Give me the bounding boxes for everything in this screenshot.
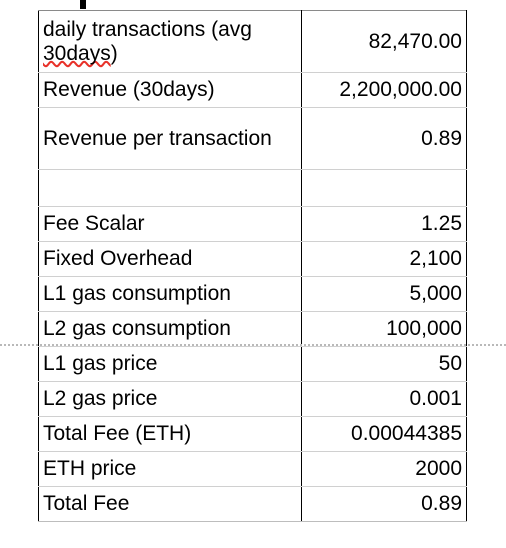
table-row[interactable]: L2 gas consumption 100,000 <box>38 311 467 347</box>
table-row[interactable]: Revenue (30days) 2,200,000.00 <box>38 72 467 108</box>
row-label-cell[interactable]: Revenue per transaction <box>38 107 302 170</box>
table-body: daily transactions (avg 30days) 82,470.00… <box>38 10 467 522</box>
row-value-cell[interactable]: 2,200,000.00 <box>301 72 467 108</box>
metrics-table[interactable]: daily transactions (avg 30days) 82,470.00… <box>38 10 467 522</box>
row-label-cell[interactable]: L1 gas price <box>38 346 302 382</box>
cropped-top-marker <box>80 0 86 9</box>
table-row[interactable]: Revenue per transaction 0.89 <box>38 107 467 170</box>
table-row[interactable]: L1 gas consumption 5,000 <box>38 276 467 312</box>
row-value-cell[interactable]: 5,000 <box>301 276 467 312</box>
row-value-cell[interactable]: 0.89 <box>301 486 467 522</box>
row-label-cell[interactable]: Total Fee <box>38 486 302 522</box>
row-label-cell[interactable]: daily transactions (avg 30days) <box>38 10 302 73</box>
row-label-cell[interactable]: Fee Scalar <box>38 206 302 242</box>
table-row[interactable]: L1 gas price 50 <box>38 346 467 382</box>
table-row[interactable]: ETH price 2000 <box>38 451 467 487</box>
table-row[interactable] <box>38 169 467 207</box>
row-value-cell[interactable]: 100,000 <box>301 311 467 347</box>
row-label-cell[interactable]: L2 gas price <box>38 381 302 417</box>
row-value-cell[interactable]: 0.89 <box>301 107 467 170</box>
row-value-cell[interactable]: 82,470.00 <box>301 10 467 73</box>
row-value-cell[interactable]: 0.00044385 <box>301 416 467 452</box>
row-value-cell[interactable]: 0.001 <box>301 381 467 417</box>
row-label-cell[interactable]: Revenue (30days) <box>38 72 302 108</box>
row-label-cell[interactable]: Fixed Overhead <box>38 241 302 277</box>
table-row[interactable]: L2 gas price 0.001 <box>38 381 467 417</box>
row-label-cell[interactable] <box>38 169 302 207</box>
row-label-text-suffix: ) <box>110 41 118 65</box>
row-label-cell[interactable]: L1 gas consumption <box>38 276 302 312</box>
table-row[interactable]: Fee Scalar 1.25 <box>38 206 467 242</box>
row-value-cell[interactable] <box>301 169 467 207</box>
row-label-cell[interactable]: Total Fee (ETH) <box>38 416 302 452</box>
row-label-cell[interactable]: L2 gas consumption <box>38 311 302 347</box>
row-value-cell[interactable]: 2,100 <box>301 241 467 277</box>
table-row[interactable]: Total Fee (ETH) 0.00044385 <box>38 416 467 452</box>
row-label-cell[interactable]: ETH price <box>38 451 302 487</box>
table-row[interactable]: daily transactions (avg 30days) 82,470.00 <box>38 10 467 73</box>
table-row[interactable]: Fixed Overhead 2,100 <box>38 241 467 277</box>
row-value-cell[interactable]: 2000 <box>301 451 467 487</box>
row-value-cell[interactable]: 1.25 <box>301 206 467 242</box>
row-label-text: daily transactions (avg <box>43 17 252 41</box>
table-row[interactable]: Total Fee 0.89 <box>38 486 467 522</box>
row-value-cell[interactable]: 50 <box>301 346 467 382</box>
misspelled-word: 30days <box>43 41 111 65</box>
